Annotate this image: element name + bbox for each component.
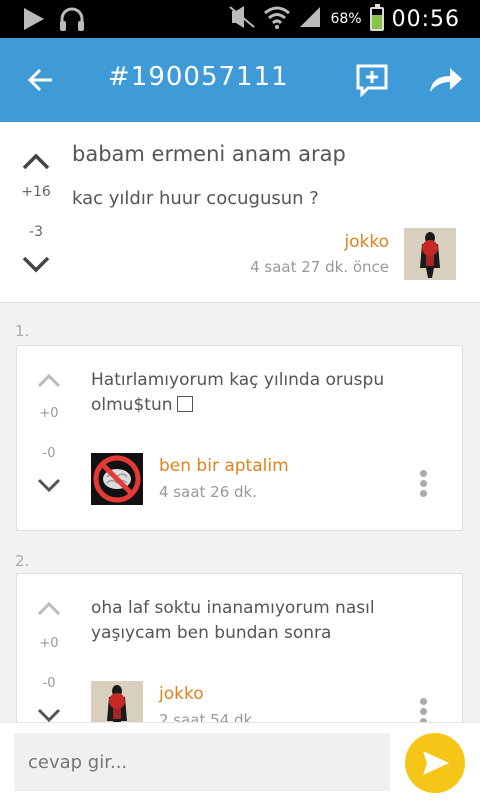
- back-arrow-icon[interactable]: [24, 62, 60, 98]
- play-icon: [20, 6, 46, 36]
- downvote-count: -3: [29, 224, 43, 240]
- avatar[interactable]: [91, 453, 143, 505]
- add-comment-icon[interactable]: [354, 62, 390, 98]
- signal-icon: [298, 5, 322, 33]
- downvote-icon[interactable]: [20, 252, 52, 276]
- comment-author[interactable]: jokko: [159, 684, 204, 704]
- battery-icon: [369, 4, 384, 31]
- status-bar: 68% 00:56: [0, 0, 480, 38]
- clock: 00:56: [391, 6, 460, 32]
- more-options-icon[interactable]: [417, 470, 429, 500]
- post-time: 4 saat 27 dk. önce: [250, 258, 389, 276]
- avatar[interactable]: [404, 228, 456, 280]
- headphones-icon: [58, 6, 86, 36]
- send-button[interactable]: [405, 733, 465, 793]
- comment-text: oha laf soktu inanamıyorum nasıl yaşıyca…: [91, 596, 431, 646]
- upvote-icon[interactable]: [35, 598, 63, 618]
- upvote-icon[interactable]: [35, 370, 63, 390]
- comment-time: 4 saat 26 dk.: [159, 483, 257, 501]
- reply-input[interactable]: [14, 733, 390, 791]
- mute-icon: [228, 5, 256, 33]
- battery-percent: 68%: [330, 11, 362, 27]
- comment-text-line: yaşıycam ben bundan sonra: [91, 623, 332, 643]
- share-icon[interactable]: [424, 62, 464, 98]
- wifi-icon: [264, 5, 291, 33]
- post-body: kac yıldır huur cocugusun ?: [72, 188, 319, 209]
- downvote-count: -0: [42, 446, 56, 461]
- comment-index: 1.: [15, 322, 30, 340]
- app-bar: #190057111: [0, 38, 480, 122]
- comment-card: +0 -0 Hatırlamıyorum kaç yılında oruspu …: [16, 345, 463, 531]
- upvote-count: +0: [39, 636, 59, 651]
- downvote-icon[interactable]: [35, 476, 63, 496]
- box-glyph: [176, 396, 193, 412]
- comment-text: Hatırlamıyorum kaç yılında oruspu olmu$t…: [91, 368, 431, 418]
- reply-bar: [0, 722, 480, 801]
- comment-index: 2.: [15, 552, 30, 570]
- upvote-icon[interactable]: [20, 150, 52, 174]
- comment-text-line: Hatırlamıyorum kaç yılında oruspu: [91, 370, 385, 390]
- upvote-count: +0: [39, 406, 59, 421]
- post-card: +16 -3 babam ermeni anam arap kac yıldır…: [0, 122, 480, 303]
- comment-text-line: oha laf soktu inanamıyorum nasıl: [91, 598, 375, 618]
- post-author[interactable]: jokko: [344, 232, 389, 252]
- upvote-count: +16: [21, 184, 51, 200]
- send-icon: [423, 751, 449, 775]
- page-title: #190057111: [108, 62, 289, 92]
- downvote-count: -0: [42, 676, 56, 691]
- post-title: babam ermeni anam arap: [72, 142, 346, 166]
- comment-author[interactable]: ben bir aptalim: [159, 456, 289, 476]
- comment-text-line: olmu$tun: [91, 395, 173, 415]
